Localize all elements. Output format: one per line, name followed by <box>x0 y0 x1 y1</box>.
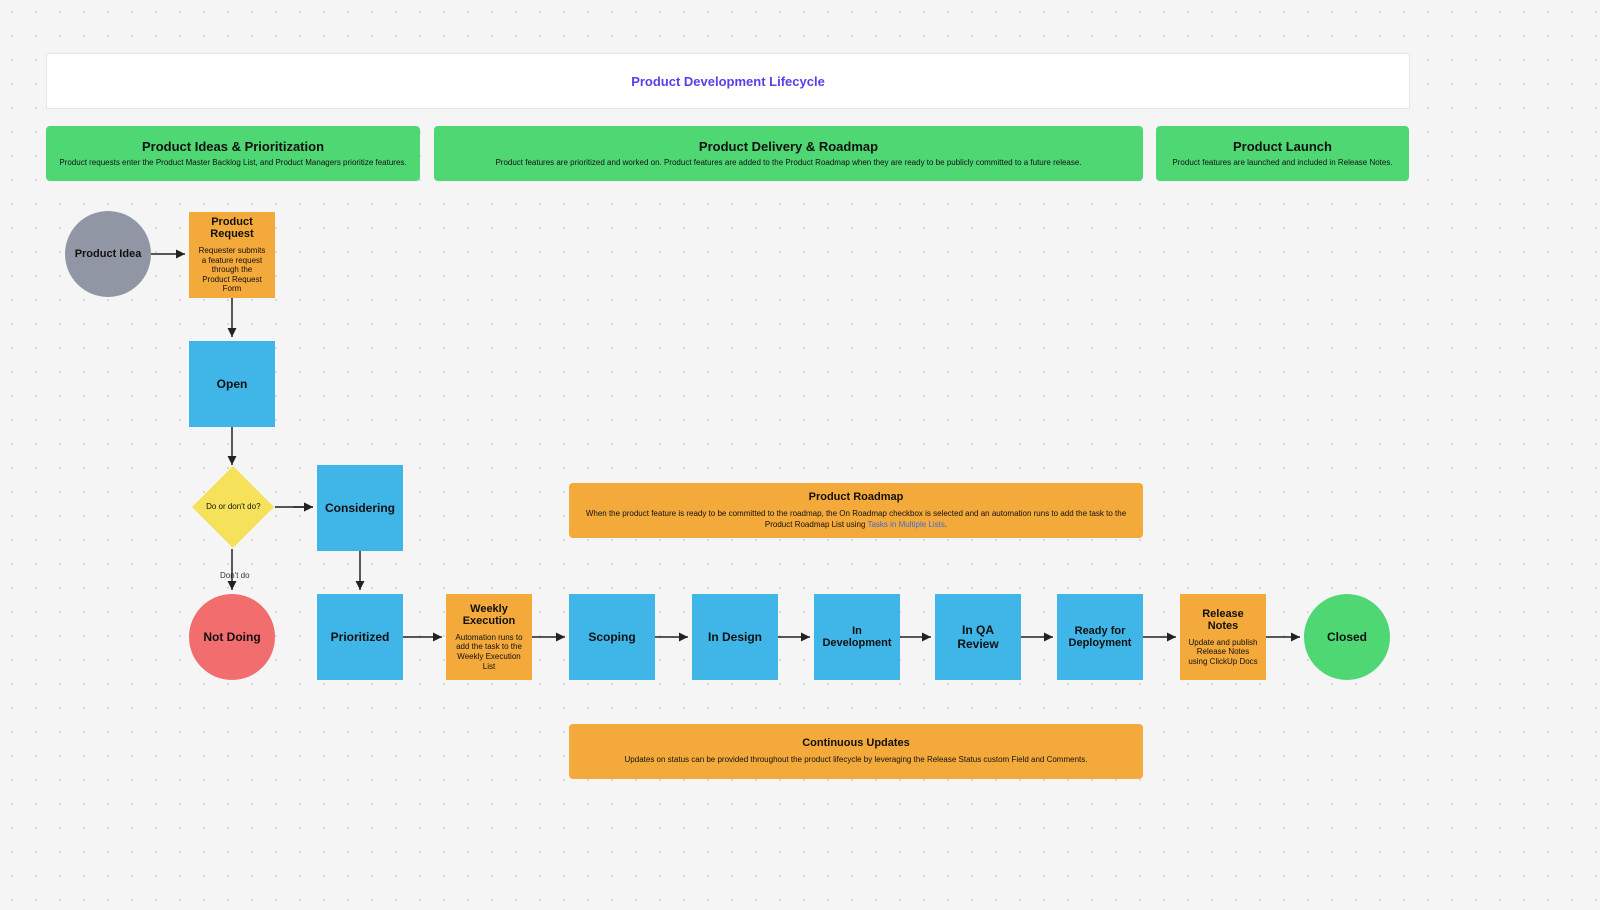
product-request-title: Product Request <box>197 216 267 240</box>
in-design-node: In Design <box>692 594 778 680</box>
phase-launch: Product Launch Product features are laun… <box>1156 126 1409 181</box>
considering-label: Considering <box>325 501 395 515</box>
not-doing-node: Not Doing <box>189 594 275 680</box>
phase-delivery: Product Delivery & Roadmap Product featu… <box>434 126 1143 181</box>
product-request-node: Product Request Requester submits a feat… <box>189 212 275 298</box>
in-development-node: In Development <box>814 594 900 680</box>
closed-label: Closed <box>1327 630 1367 644</box>
continuous-title: Continuous Updates <box>802 737 910 749</box>
in-dev-label: In Development <box>822 625 892 649</box>
closed-node: Closed <box>1304 594 1390 680</box>
considering-node: Considering <box>317 465 403 551</box>
roadmap-desc-b: . <box>945 520 947 529</box>
in-design-label: In Design <box>708 630 762 644</box>
roadmap-desc-a: When the product feature is ready to be … <box>586 509 1126 528</box>
roadmap-link[interactable]: Tasks in Multiple Lists <box>867 520 944 529</box>
continuous-info: Continuous Updates Updates on status can… <box>569 724 1143 779</box>
phase-ideas-title: Product Ideas & Prioritization <box>142 139 324 154</box>
roadmap-title: Product Roadmap <box>809 491 904 503</box>
in-qa-node: In QA Review <box>935 594 1021 680</box>
product-idea-label: Product Idea <box>75 248 142 260</box>
not-doing-label: Not Doing <box>203 630 260 644</box>
decision-no-label: Don't do <box>220 571 250 580</box>
phase-ideas-desc: Product requests enter the Product Maste… <box>59 158 406 168</box>
release-notes-node: Release Notes Update and publish Release… <box>1180 594 1266 680</box>
open-label: Open <box>217 377 248 391</box>
prioritized-label: Prioritized <box>331 630 390 644</box>
ready-deploy-label: Ready for Deployment <box>1065 625 1135 649</box>
ready-deploy-node: Ready for Deployment <box>1057 594 1143 680</box>
decision-node: Do or don't do? <box>192 466 274 548</box>
release-notes-title: Release Notes <box>1188 608 1258 632</box>
phase-delivery-desc: Product features are prioritized and wor… <box>495 158 1081 168</box>
product-request-desc: Requester submits a feature request thro… <box>197 246 267 294</box>
scoping-label: Scoping <box>588 630 635 644</box>
product-idea-node: Product Idea <box>65 211 151 297</box>
continuous-desc: Updates on status can be provided throug… <box>625 755 1088 765</box>
phase-launch-title: Product Launch <box>1233 139 1332 154</box>
diagram-title: Product Development Lifecycle <box>631 74 825 89</box>
open-node: Open <box>189 341 275 427</box>
roadmap-desc: When the product feature is ready to be … <box>577 509 1135 530</box>
scoping-node: Scoping <box>569 594 655 680</box>
weekly-title: Weekly Execution <box>454 603 524 627</box>
phase-launch-desc: Product features are launched and includ… <box>1172 158 1392 168</box>
diagram-canvas[interactable]: Product Development Lifecycle Product Id… <box>0 0 1600 910</box>
in-qa-label: In QA Review <box>943 623 1013 651</box>
phase-ideas: Product Ideas & Prioritization Product r… <box>46 126 420 181</box>
phase-delivery-title: Product Delivery & Roadmap <box>699 139 878 154</box>
weekly-desc: Automation runs to add the task to the W… <box>454 633 524 671</box>
title-bar: Product Development Lifecycle <box>46 53 1410 109</box>
decision-label: Do or don't do? <box>206 502 260 511</box>
weekly-execution-node: Weekly Execution Automation runs to add … <box>446 594 532 680</box>
release-notes-desc: Update and publish Release Notes using C… <box>1188 638 1258 667</box>
roadmap-info: Product Roadmap When the product feature… <box>569 483 1143 538</box>
prioritized-node: Prioritized <box>317 594 403 680</box>
